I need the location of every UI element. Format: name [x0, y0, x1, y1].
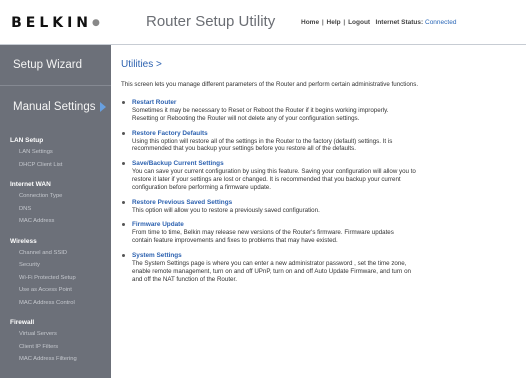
- restore-factory-defaults-link[interactable]: Restore Factory Defaults: [132, 130, 522, 138]
- list-item: Restart Router Sometimes it may be neces…: [122, 99, 522, 123]
- restart-router-desc: Sometimes it may be necessary to Reset o…: [132, 107, 389, 122]
- system-settings-desc: The System Settings page is where you ca…: [132, 259, 411, 283]
- sidebar-item-mac-address[interactable]: MAC Address: [0, 215, 111, 228]
- setup-wizard-link[interactable]: Setup Wizard: [0, 45, 111, 86]
- bullet-icon: [122, 162, 125, 166]
- internet-status-label: Internet Status:: [375, 19, 424, 26]
- save-backup-settings-desc: You can save your current configuration …: [132, 168, 416, 191]
- page-title: Utilities >: [121, 59, 162, 70]
- header-nav: Home | Help | Logout Internet Status: Co…: [301, 19, 456, 26]
- list-item: Save/Backup Current Settings You can sav…: [122, 160, 522, 191]
- logo-text: BELKIN: [11, 14, 93, 31]
- list-item: Restore Factory Defaults Using this opti…: [122, 130, 522, 154]
- bullet-icon: [122, 253, 125, 257]
- registered-mark-icon: ●: [92, 17, 100, 28]
- sidebar-item-virtual-servers[interactable]: Virtual Servers: [0, 328, 111, 341]
- logout-link[interactable]: Logout: [348, 19, 370, 26]
- bullet-icon: [122, 200, 125, 204]
- sidebar: Setup Wizard Manual Settings LAN Setup L…: [0, 45, 111, 378]
- help-link[interactable]: Help: [327, 19, 341, 26]
- sidebar-section-wireless: Wireless: [10, 237, 37, 245]
- sidebar-item-lan-settings[interactable]: LAN Settings: [0, 146, 111, 159]
- sidebar-item-access-point[interactable]: Use as Access Point: [0, 284, 111, 297]
- list-item: Restore Previous Saved Settings This opt…: [122, 199, 522, 215]
- main-content: Utilities > This screen lets you manage …: [111, 45, 526, 378]
- save-backup-settings-link[interactable]: Save/Backup Current Settings: [132, 160, 522, 168]
- sidebar-item-mac-address-control[interactable]: MAC Address Control: [0, 297, 111, 310]
- restore-factory-defaults-desc: Using this option will restore all of th…: [132, 137, 393, 153]
- sidebar-item-mac-address-filtering[interactable]: MAC Address Filtering: [0, 353, 111, 366]
- sidebar-item-wifi-protected-setup[interactable]: Wi-Fi Protected Setup: [0, 272, 111, 285]
- sidebar-item-security[interactable]: Security: [0, 259, 111, 272]
- belkin-logo[interactable]: BELKIN ●: [0, 0, 111, 45]
- list-item: Firmware Update From time to time, Belki…: [122, 221, 522, 245]
- firmware-update-desc: From time to time, Belkin may release ne…: [132, 229, 394, 245]
- sidebar-item-connection-type[interactable]: Connection Type: [0, 190, 111, 203]
- bullet-icon: [122, 101, 125, 104]
- sidebar-item-dns[interactable]: DNS: [0, 203, 111, 216]
- manual-settings-label: Manual Settings: [13, 101, 96, 113]
- system-settings-link[interactable]: System Settings: [132, 252, 522, 260]
- sidebar-item-dhcp-client-list[interactable]: DHCP Client List: [0, 159, 111, 172]
- sidebar-section-internet-wan: Internet WAN: [10, 181, 51, 188]
- internet-status-value: Connected: [425, 19, 457, 26]
- utilities-list: Restart Router Sometimes it may be neces…: [122, 99, 522, 290]
- sidebar-section-firewall: Firewall: [10, 319, 35, 326]
- sidebar-section-lan-setup: LAN Setup: [10, 137, 44, 144]
- manual-settings-link[interactable]: Manual Settings: [0, 87, 111, 127]
- header: BELKIN ● Router Setup Utility Home | Help…: [0, 0, 526, 45]
- list-item: System Settings The System Settings page…: [122, 252, 522, 283]
- bullet-icon: [122, 131, 125, 135]
- home-link[interactable]: Home: [301, 19, 319, 26]
- restore-saved-settings-desc: This option will allow you to restore a …: [132, 206, 320, 214]
- restore-saved-settings-link[interactable]: Restore Previous Saved Settings: [132, 199, 522, 207]
- sidebar-item-channel-ssid[interactable]: Channel and SSID: [0, 247, 111, 260]
- nav-separator: |: [321, 19, 324, 26]
- restart-router-link[interactable]: Restart Router: [132, 99, 522, 107]
- nav-separator: |: [343, 19, 346, 26]
- app-title: Router Setup Utility: [146, 13, 276, 30]
- arrow-right-icon: [100, 102, 107, 112]
- bullet-icon: [122, 223, 125, 227]
- firmware-update-link[interactable]: Firmware Update: [132, 221, 522, 229]
- intro-text: This screen lets you manage different pa…: [121, 81, 419, 88]
- sidebar-item-client-ip-filters[interactable]: Client IP Filters: [0, 341, 111, 354]
